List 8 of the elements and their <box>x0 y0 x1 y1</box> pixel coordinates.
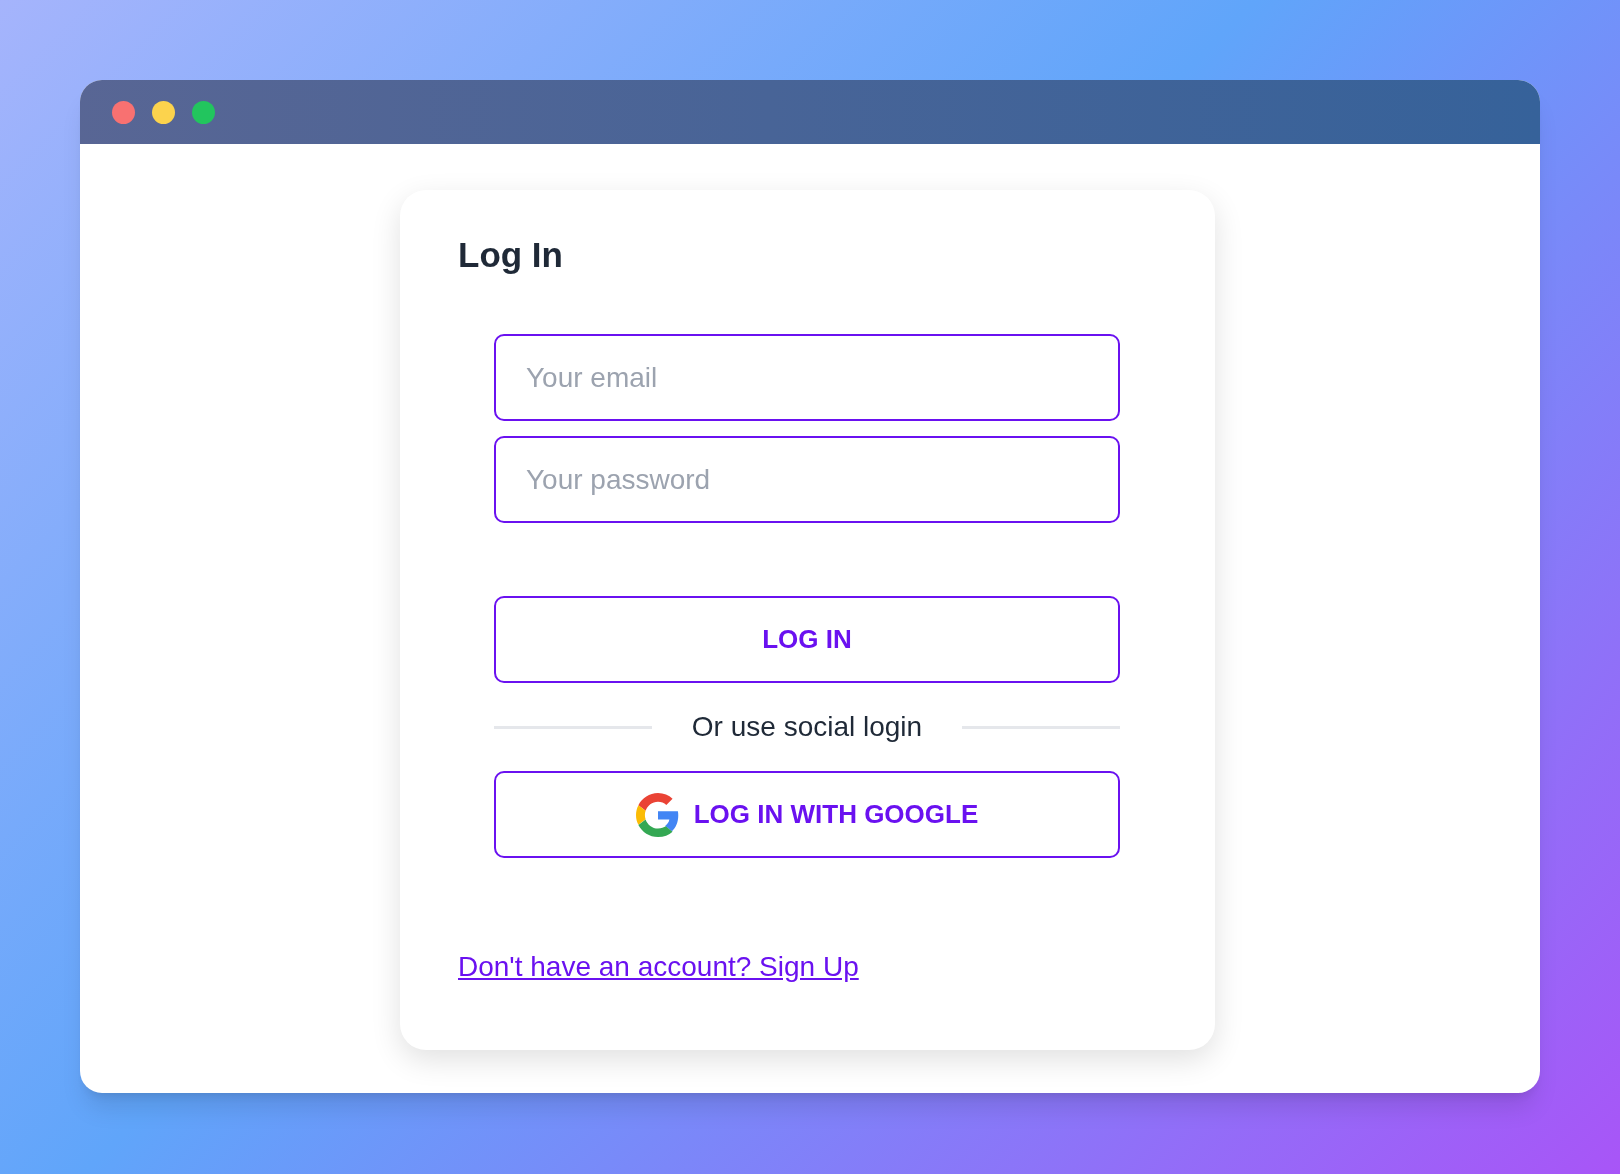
divider-text: Or use social login <box>690 710 924 744</box>
google-g-icon <box>635 792 680 837</box>
login-button[interactable]: LOG IN <box>494 596 1120 683</box>
google-login-button[interactable]: LOG IN WITH GOOGLE <box>494 771 1120 858</box>
card-title: Log In <box>458 234 564 276</box>
input-field[interactable]: Your email <box>494 334 1120 421</box>
signup-link[interactable]: Don't have an account? Sign Up <box>458 951 859 982</box>
input-field[interactable]: Your password <box>494 436 1120 523</box>
